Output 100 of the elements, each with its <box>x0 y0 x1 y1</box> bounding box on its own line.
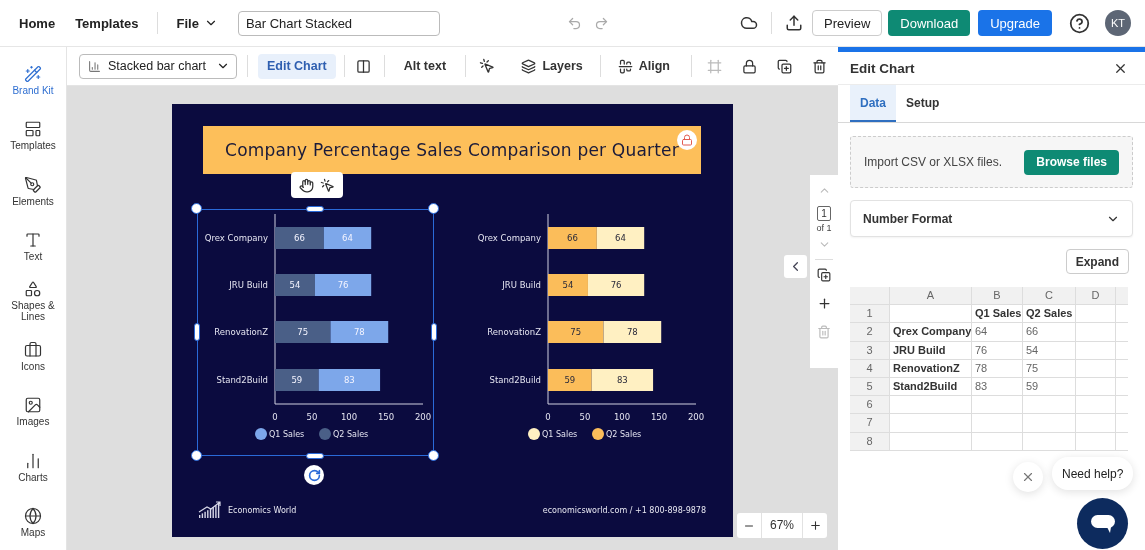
tick-label: 100 <box>613 412 631 422</box>
bar-segment <box>548 321 604 343</box>
bar-segment <box>275 227 324 249</box>
hand-icon[interactable] <box>299 177 314 193</box>
legend-label: Q1 Sales <box>542 430 578 439</box>
number-format-dropdown[interactable]: Number Format <box>850 200 1133 237</box>
user-avatar[interactable]: KT <box>1105 10 1131 36</box>
resize-handle[interactable] <box>194 323 200 341</box>
briefcase-icon <box>24 341 42 360</box>
data-label: 83 <box>343 375 355 385</box>
layers-button[interactable]: Layers <box>512 53 592 79</box>
nav-link[interactable]: Templates <box>68 11 146 35</box>
data-label: 83 <box>616 375 628 385</box>
bar-segment <box>275 321 331 343</box>
layout-icon <box>24 120 42 139</box>
upgrade-button[interactable]: Upgrade <box>978 10 1052 36</box>
data-label: 75 <box>297 327 309 337</box>
table-cell: 64 <box>972 323 1023 342</box>
tick-label: 0 <box>545 412 551 422</box>
align-icon <box>617 58 633 74</box>
file-menu[interactable]: File <box>170 11 224 35</box>
sidebar-item[interactable]: Text <box>0 218 66 274</box>
column-header[interactable]: B <box>972 287 1023 306</box>
data-label: 54 <box>562 280 574 290</box>
table-cell <box>972 414 1023 433</box>
column-header[interactable]: D <box>1076 287 1116 306</box>
resize-handle[interactable] <box>306 206 324 212</box>
bar-chart-icon <box>24 451 42 470</box>
data-label: 64 <box>615 233 626 243</box>
table-cell <box>1076 414 1116 433</box>
category-label: RenovationZ <box>214 327 268 337</box>
bar-segment <box>603 321 662 343</box>
tick-label: 150 <box>650 412 668 422</box>
tab[interactable]: Data <box>850 85 896 122</box>
sidebar-item[interactable]: Icons <box>0 329 66 385</box>
category-label: RenovationZ <box>487 327 541 337</box>
resize-handle[interactable] <box>428 203 439 214</box>
document-title-field[interactable]: Bar Chart Stacked <box>237 10 440 36</box>
row-header[interactable]: 7 <box>850 414 890 433</box>
resize-handle[interactable] <box>428 450 439 461</box>
rotate-button[interactable] <box>304 465 324 485</box>
sidebar-item[interactable]: Templates <box>0 108 66 164</box>
column-header[interactable]: A <box>890 287 972 306</box>
sidebar-item[interactable]: Brand Kit <box>0 53 66 109</box>
tick-label: 50 <box>306 412 318 422</box>
row-header[interactable]: 6 <box>850 396 890 415</box>
table-cell <box>1023 396 1076 415</box>
row-header[interactable]: 1 <box>850 305 890 324</box>
import-text: Import CSV or XLSX files. <box>864 155 1003 169</box>
align-button[interactable]: Align <box>608 53 679 79</box>
alt-text-button[interactable]: Alt text <box>394 53 456 79</box>
category-label: Qrex Company <box>204 233 268 243</box>
tick-label: 100 <box>340 412 358 422</box>
row-header[interactable]: 2 <box>850 323 890 342</box>
edit-chart-button[interactable]: Edit Chart <box>258 53 336 79</box>
data-label: 75 <box>570 327 582 337</box>
collapse-button[interactable] <box>784 255 807 278</box>
resize-handle[interactable] <box>431 323 437 341</box>
brand-name: Economics World <box>228 505 297 515</box>
chat-button[interactable] <box>1077 498 1128 549</box>
nav-link[interactable]: Home <box>12 11 63 35</box>
category-label: Stand2Build <box>489 375 541 385</box>
sidebar-item[interactable]: Maps <box>0 494 66 550</box>
sidebar-item[interactable]: Images <box>0 384 66 440</box>
tick-label: 200 <box>414 412 432 422</box>
column-header[interactable]: C <box>1023 287 1076 306</box>
help-bubble: Need help? <box>1052 457 1134 490</box>
page-number: 1 <box>817 206 831 221</box>
category-label: Qrex Company <box>477 233 541 243</box>
resize-handle[interactable] <box>306 453 324 459</box>
tick-label: 50 <box>579 412 591 422</box>
sidebar-item[interactable]: Charts <box>0 439 66 495</box>
category-label: JRU Build <box>502 280 541 290</box>
browse-files-button[interactable]: Browse files <box>1024 149 1119 175</box>
wand-icon <box>24 65 42 84</box>
sidebar-item[interactable]: Elements <box>0 163 66 219</box>
pen-tool-icon <box>24 175 42 194</box>
bar-segment <box>548 227 597 249</box>
data-label: 78 <box>353 327 365 337</box>
bar-segment <box>323 227 372 249</box>
table-cell: Q2 Sales <box>1023 305 1076 324</box>
data-label: 66 <box>567 233 578 243</box>
table-cell <box>972 396 1023 415</box>
data-label: 78 <box>626 327 638 337</box>
sidebar-item[interactable]: Shapes & Lines <box>0 273 66 330</box>
legend-label: Q1 Sales <box>269 430 305 439</box>
legend-label: Q2 Sales <box>606 430 642 439</box>
page-count: of 1 <box>816 223 832 233</box>
pointer-click-icon[interactable] <box>320 177 335 193</box>
tab[interactable]: Setup <box>896 85 950 122</box>
resize-handle[interactable] <box>191 450 202 461</box>
download-button[interactable]: Download <box>888 10 971 36</box>
preview-button[interactable]: Preview <box>812 10 883 36</box>
image-icon <box>24 396 42 415</box>
resize-handle[interactable] <box>191 203 202 214</box>
data-label: 59 <box>291 375 303 385</box>
expand-button[interactable]: Expand <box>1065 249 1129 274</box>
shapes-icon <box>24 280 42 299</box>
tick-label: 200 <box>687 412 705 422</box>
chart-type-dropdown[interactable]: Stacked bar chart <box>79 53 237 79</box>
